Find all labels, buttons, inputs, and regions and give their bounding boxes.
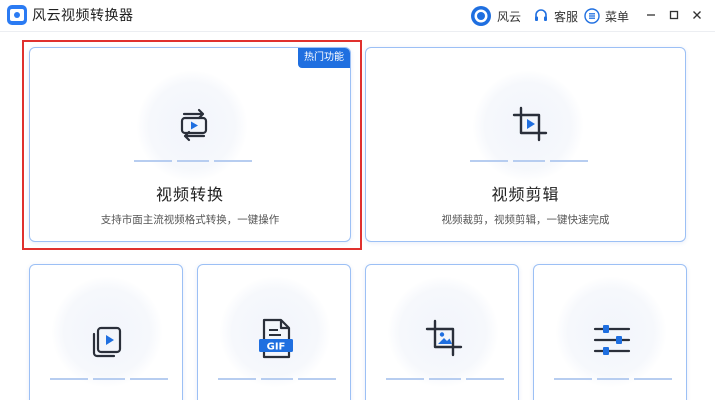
video-merge-card[interactable] [29, 264, 183, 400]
video-crop-icon [512, 106, 548, 142]
video-convert-icon [180, 108, 208, 142]
minimize-icon [647, 14, 655, 16]
decor-dashes [50, 378, 168, 380]
menu-label: 菜单 [605, 9, 630, 24]
headset-icon [535, 9, 547, 21]
decor-dashes [386, 378, 504, 380]
video-edit-card[interactable]: 视频剪辑 视频裁剪，视频剪辑，一键快速完成 [365, 47, 686, 242]
menu-icon [584, 8, 600, 24]
title-bar: 风云视频转换器 风云 客服 菜单 [0, 0, 715, 32]
image-crop-icon [425, 319, 463, 357]
support-label: 客服 [554, 9, 579, 24]
gif-card[interactable]: GIF [197, 264, 351, 400]
card-title: 视频剪辑 [491, 185, 560, 204]
card-description: 支持市面主流视频格式转换，一键操作 [100, 214, 280, 226]
maximize-icon [669, 10, 679, 20]
settings-card[interactable] [533, 264, 687, 400]
card-title: 视频转换 [155, 185, 224, 204]
video-convert-card[interactable]: 热门功能 视频转换 支持市面主流视频格式转换，一键操作 [29, 47, 351, 242]
gif-file-icon: GIF [259, 318, 293, 359]
image-crop-card[interactable] [365, 264, 519, 400]
app-logo-icon [7, 5, 27, 25]
support-button[interactable]: 客服 [533, 6, 578, 26]
gif-label: GIF [267, 342, 286, 353]
decor-dashes [554, 378, 672, 380]
decor-dashes [470, 160, 588, 162]
app-title: 风云视频转换器 [32, 8, 134, 24]
hot-feature-badge: 热门功能 [298, 48, 350, 68]
maximize-button[interactable] [665, 6, 683, 24]
fengyun-logo-icon [471, 6, 491, 26]
decor-dashes [218, 378, 336, 380]
close-button[interactable] [688, 6, 706, 24]
minimize-button[interactable] [642, 6, 660, 24]
card-description: 视频裁剪，视频剪辑，一键快速完成 [441, 214, 610, 226]
decor-dashes [134, 160, 252, 162]
menu-button[interactable]: 菜单 [584, 6, 629, 26]
sliders-icon [593, 325, 631, 355]
fengyun-button[interactable]: 风云 [470, 6, 521, 26]
close-icon [693, 11, 701, 19]
video-stack-icon [92, 326, 122, 358]
fengyun-label: 风云 [497, 9, 522, 24]
